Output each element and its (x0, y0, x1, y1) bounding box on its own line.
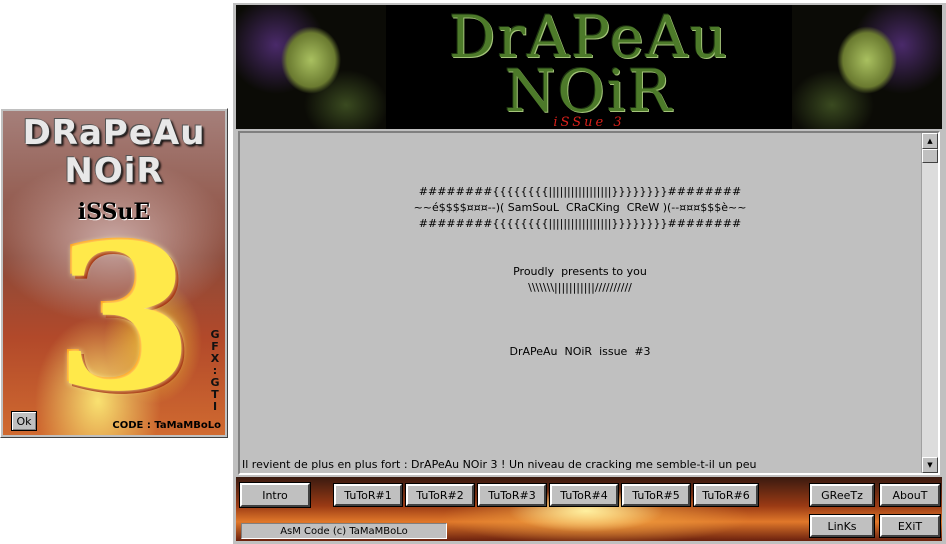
tutor-6-button[interactable]: TuToR#6 (693, 483, 759, 507)
text-line: Il revient de plus en plus fort : DrAPeA… (242, 458, 757, 471)
text-line: ~~é$$$$¤¤¤--)( SamSouL CRaCKing CReW )(-… (413, 201, 747, 214)
links-button[interactable]: LinKs (809, 514, 875, 538)
exit-button[interactable]: EXiT (879, 514, 941, 538)
splash-title-line2: NOiR (64, 151, 164, 191)
scroll-up-arrow-icon[interactable]: ▲ (922, 133, 938, 149)
splash-artwork: DRaPeAu NOiR iSSuE 3 GFX : GTI CODE : Ta… (3, 111, 225, 435)
text-line: DrAPeAu NOiR issue #3 (509, 345, 651, 358)
tutor-3-button[interactable]: TuToR#3 (477, 483, 547, 507)
scroll-down-arrow-icon[interactable]: ▼ (922, 457, 938, 473)
tutor-4-button[interactable]: TuToR#4 (549, 483, 619, 507)
text-line: Proudly presents to you (513, 265, 647, 278)
text-content: ########{{{{{{{{|||||||||||||||||}}}}}}}… (240, 133, 920, 473)
text-viewer[interactable]: ########{{{{{{{{|||||||||||||||||}}}}}}}… (238, 131, 940, 475)
main-window: DrAPeAu NOiR iSSue 3 ########{{{{{{{{|||… (232, 2, 946, 544)
tutor-1-button[interactable]: TuToR#1 (333, 483, 403, 507)
greetz-button[interactable]: GReeTz (809, 483, 875, 507)
splash-gfx-credit: GFX : GTI (210, 328, 220, 413)
tutor-2-button[interactable]: TuToR#2 (405, 483, 475, 507)
text-line: ########{{{{{{{{|||||||||||||||||}}}}}}}… (418, 185, 742, 198)
text-line: \\\\\\\|||||||||||////////// (528, 281, 632, 294)
footer-toolbar: Intro TuToR#1 TuToR#2 TuToR#3 TuToR#4 Tu… (236, 477, 942, 541)
header-banner: DrAPeAu NOiR iSSue 3 (236, 5, 942, 129)
scroll-thumb[interactable] (922, 149, 938, 163)
splash-title-line1: DRaPeAu (22, 113, 206, 153)
intro-button[interactable]: Intro (239, 482, 311, 508)
banner-issue-label: iSSue 3 (553, 115, 625, 129)
ok-button[interactable]: Ok (11, 411, 37, 431)
vertical-scrollbar[interactable]: ▲ ▼ (921, 133, 938, 473)
splash-issue-number: 3 (55, 201, 195, 435)
tutor-5-button[interactable]: TuToR#5 (621, 483, 691, 507)
text-line: ########{{{{{{{{|||||||||||||||||}}}}}}}… (418, 217, 742, 230)
about-button[interactable]: AbouT (879, 483, 941, 507)
splash-window: DRaPeAu NOiR iSSuE 3 GFX : GTI CODE : Ta… (0, 108, 228, 438)
status-bar: AsM Code (c) TaMaMBoLo (241, 523, 447, 539)
splash-code-credit: CODE : TaMaMBoLo (112, 420, 221, 431)
